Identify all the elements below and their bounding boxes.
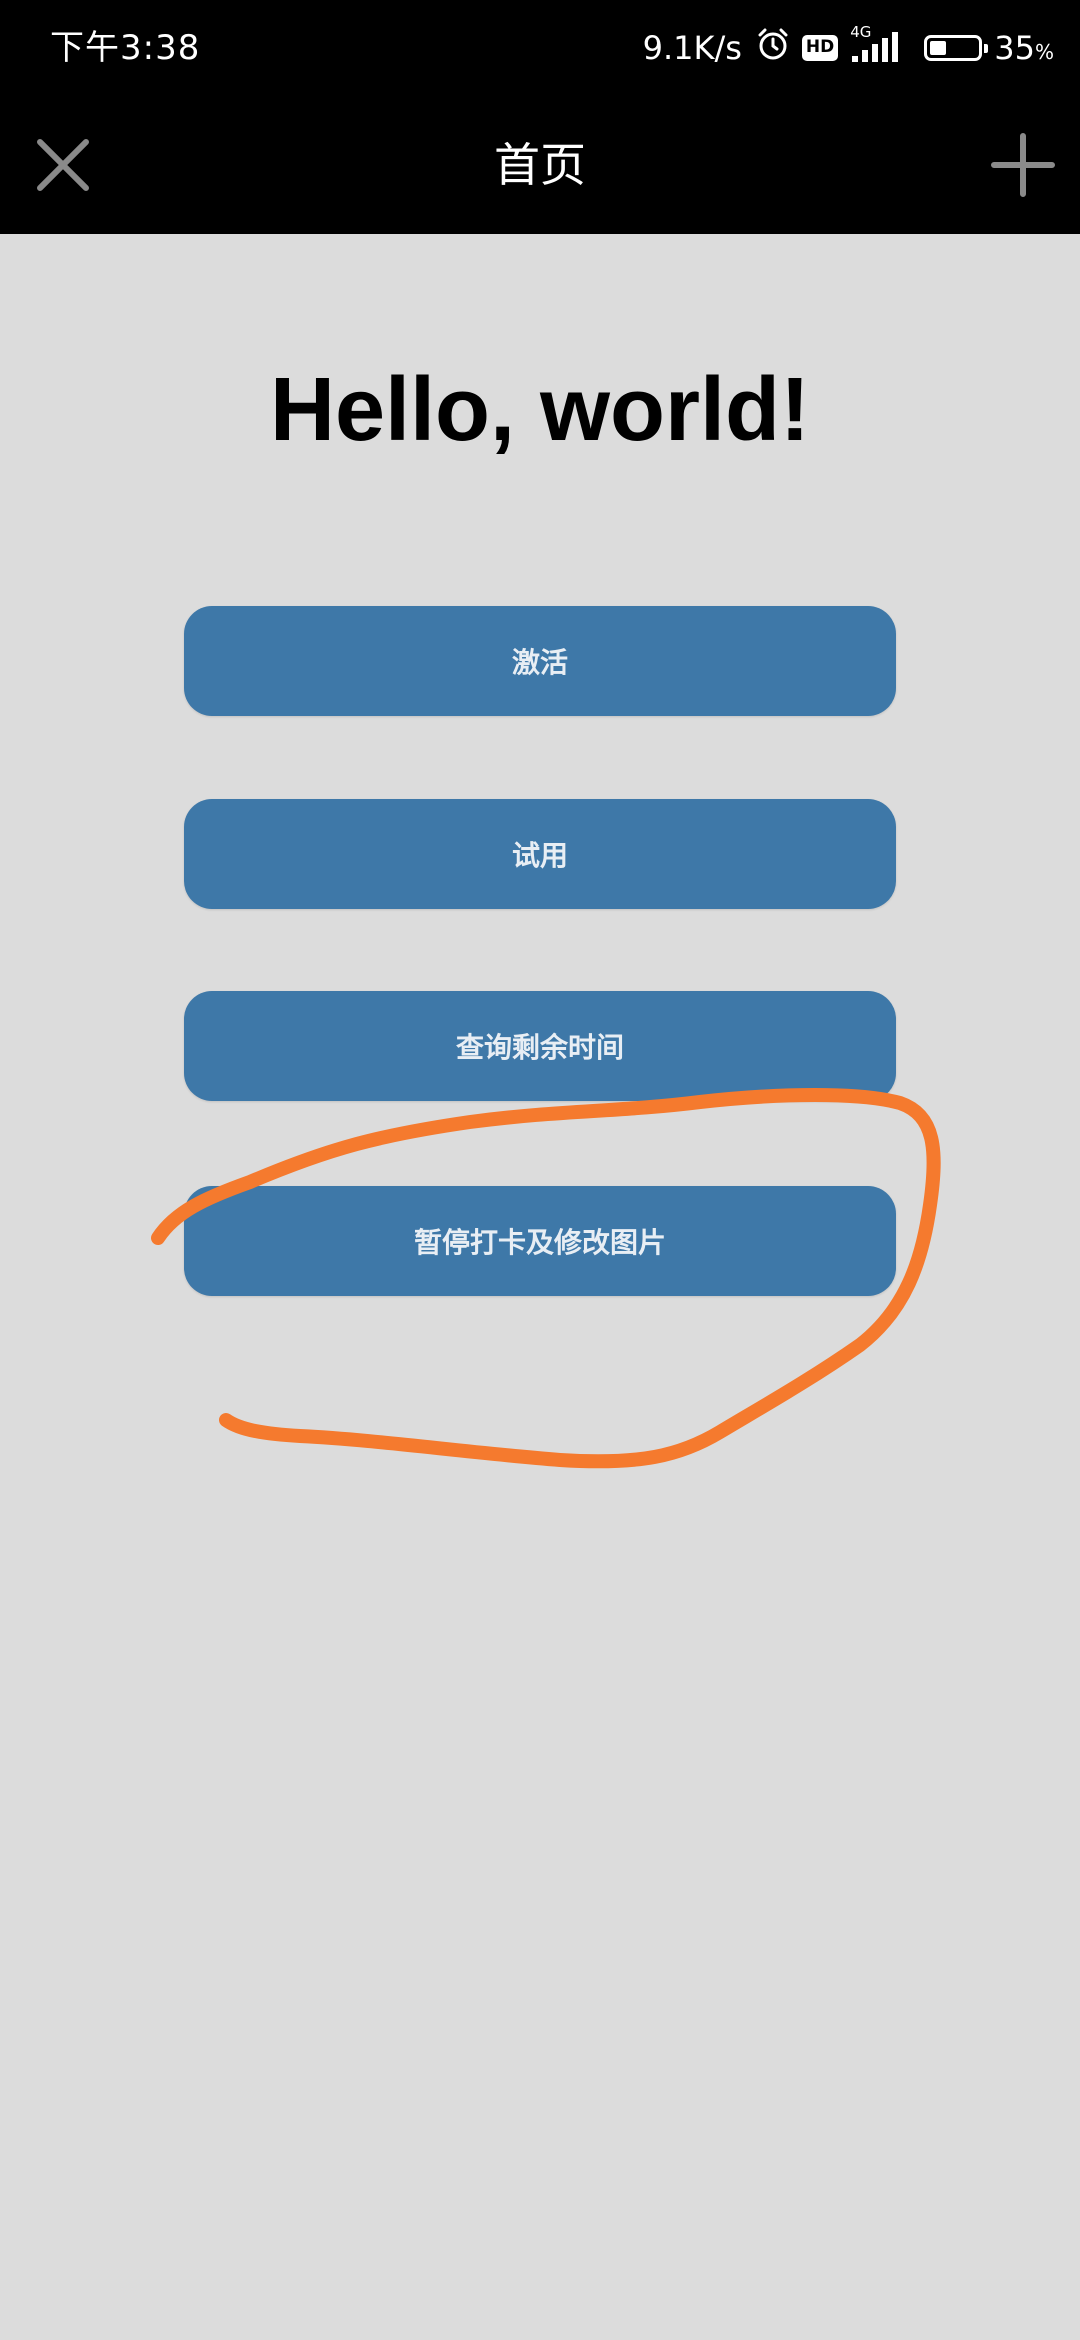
hello-heading: Hello, world! [270,360,810,460]
battery-unit: % [1034,40,1054,64]
query-remaining-time-button[interactable]: 查询剩余时间 [184,991,896,1101]
pause-checkin-edit-image-button[interactable]: 暂停打卡及修改图片 [184,1186,896,1296]
activate-button[interactable]: 激活 [184,606,896,716]
battery-value: 35 [994,29,1035,67]
hd-badge: HD [801,35,839,61]
status-icons: 9.1K/s HD 4G 35% [642,24,1054,70]
battery-percent: 35% [994,29,1054,67]
status-time: 下午3:38 [50,28,201,68]
plus-icon[interactable] [988,130,1058,200]
network-type-label: 4G [850,23,872,41]
annotation-circle [151,1088,941,1469]
page-title: 首页 [494,138,586,192]
battery-icon [924,35,989,61]
signal-bars-icon: 4G [850,24,906,68]
nav-bar: 首页 [0,96,1080,234]
alarm-clock-icon [756,27,790,69]
battery-fill [930,41,947,55]
network-speed: 9.1K/s [642,29,742,67]
trial-button[interactable]: 试用 [184,799,896,909]
status-bar: 下午3:38 9.1K/s HD 4G 35% [0,0,1080,96]
battery-tip [984,44,989,53]
